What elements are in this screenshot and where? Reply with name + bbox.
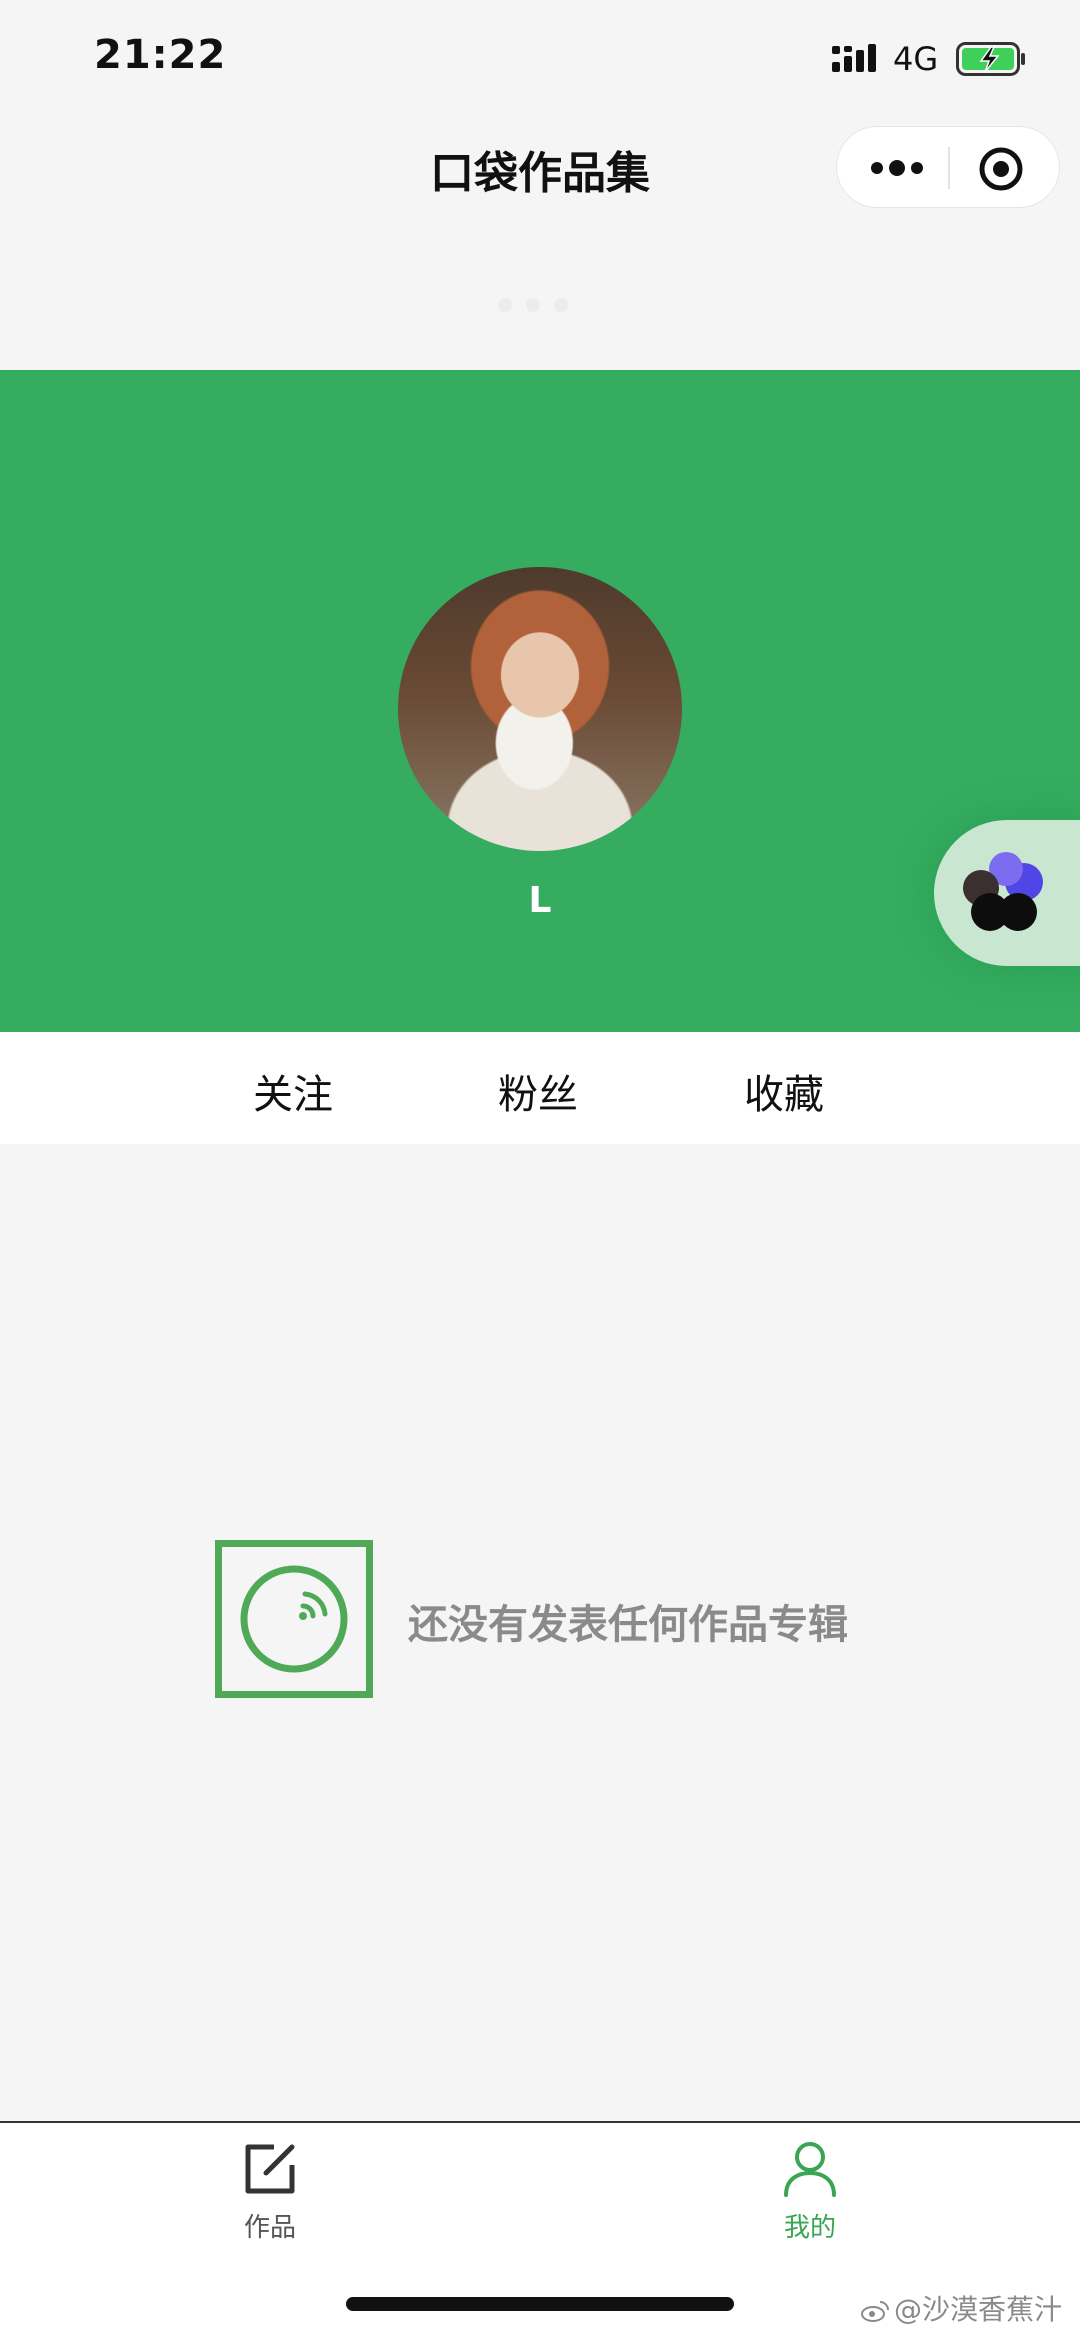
battery-charging-icon bbox=[956, 42, 1025, 76]
floating-assistant-button[interactable] bbox=[934, 820, 1080, 966]
flower-logo-icon bbox=[963, 852, 1043, 931]
username: L bbox=[528, 880, 552, 921]
watermark: @沙漠香蕉汁 bbox=[860, 2288, 1062, 2328]
tab-works-label: 作品 bbox=[243, 2213, 296, 2243]
tab-mine[interactable]: 我的 bbox=[710, 2137, 910, 2244]
stats-row: 关注 粉丝 收藏 bbox=[0, 1032, 1080, 1144]
home-indicator[interactable] bbox=[346, 2297, 734, 2311]
avatar[interactable] bbox=[398, 567, 682, 851]
network-type: 4G bbox=[893, 40, 939, 78]
carousel-dot bbox=[526, 298, 540, 312]
empty-state-message: 还没有发表任何作品专辑 bbox=[408, 1602, 848, 1648]
tab-works[interactable]: 作品 bbox=[170, 2137, 370, 2244]
tab-mine-label: 我的 bbox=[783, 2213, 836, 2243]
mini-program-capsule bbox=[836, 126, 1060, 208]
edit-icon bbox=[245, 2144, 295, 2194]
signal-icon bbox=[832, 44, 876, 72]
user-icon bbox=[784, 2142, 836, 2197]
empty-state-icon bbox=[215, 1540, 373, 1698]
carousel-indicator bbox=[498, 298, 568, 312]
more-icon[interactable] bbox=[867, 149, 927, 187]
favorites-tab[interactable]: 收藏 bbox=[744, 1062, 824, 1120]
carousel-dot bbox=[498, 298, 512, 312]
empty-album-icon bbox=[240, 1565, 348, 1673]
watermark-text: @沙漠香蕉汁 bbox=[894, 2293, 1063, 2326]
close-mini-program-icon[interactable] bbox=[977, 145, 1025, 193]
status-bar: 21:22 4G bbox=[0, 0, 1080, 118]
carousel-dot bbox=[554, 298, 568, 312]
follow-tab[interactable]: 关注 bbox=[253, 1062, 333, 1120]
weibo-logo-icon bbox=[861, 2301, 889, 2322]
capsule-divider bbox=[948, 147, 950, 189]
status-time: 21:22 bbox=[94, 32, 227, 78]
fans-tab[interactable]: 粉丝 bbox=[498, 1062, 578, 1120]
